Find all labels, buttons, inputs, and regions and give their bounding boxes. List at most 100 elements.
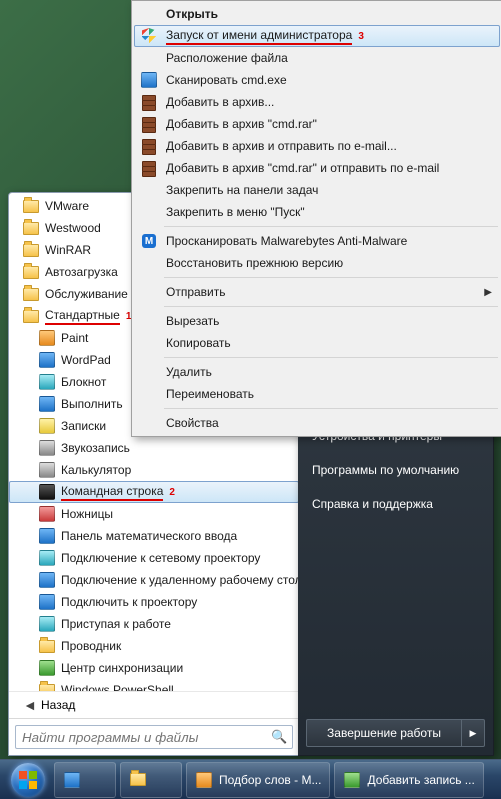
app-icon [39, 528, 55, 544]
blank-icon [142, 416, 156, 430]
context-menu-label: Закрепить на панели задач [166, 183, 318, 197]
shutdown-group: Завершение работы ▶ [306, 719, 485, 747]
taskbar-item-explorer[interactable] [120, 762, 182, 798]
program-item-label: Подключение к сетевому проектору [61, 551, 260, 565]
context-menu: ОткрытьЗапуск от имени администратора3Ра… [131, 0, 501, 437]
program-item-label: Paint [61, 331, 88, 345]
context-menu-item[interactable]: Запуск от имени администратора3 [134, 25, 500, 47]
back-button[interactable]: ◄ Назад [9, 691, 299, 718]
context-menu-icon [138, 138, 160, 154]
context-menu-item[interactable]: Закрепить в меню "Пуск" [134, 201, 500, 223]
taskbar-item-chrome[interactable]: Добавить запись ... [334, 762, 483, 798]
program-item-label: Выполнить [61, 397, 123, 411]
annotation-number: 3 [358, 31, 364, 42]
context-menu-item[interactable]: Открыть [134, 3, 500, 25]
program-item[interactable]: Панель математического ввода [9, 525, 299, 547]
context-menu-icon [138, 72, 160, 88]
blank-icon [142, 51, 156, 65]
program-item-icon [39, 528, 55, 544]
program-item[interactable]: Калькулятор [9, 459, 299, 481]
context-menu-label: Сканировать cmd.exe [166, 73, 287, 87]
context-menu-icon [138, 364, 160, 380]
separator [164, 306, 498, 307]
context-menu-item[interactable]: Добавить в архив "cmd.rar" [134, 113, 500, 135]
taskbar-item-skype[interactable] [54, 762, 116, 798]
explorer-icon [129, 771, 147, 789]
program-item-icon [39, 484, 55, 500]
separator [164, 277, 498, 278]
program-item-icon [39, 506, 55, 522]
program-item[interactable]: Приступая к работе [9, 613, 299, 635]
context-menu-item[interactable]: Добавить в архив и отправить по e-mail..… [134, 135, 500, 157]
program-item[interactable]: Ножницы [9, 503, 299, 525]
folder-icon [39, 640, 55, 653]
context-menu-item[interactable]: Сканировать cmd.exe [134, 69, 500, 91]
context-menu-label: Вырезать [166, 314, 219, 328]
program-item-label: Панель математического ввода [61, 529, 237, 543]
shutdown-options-button[interactable]: ▶ [462, 719, 485, 747]
context-menu-item[interactable]: Удалить [134, 361, 500, 383]
search-input[interactable] [15, 725, 293, 749]
program-item-label: Подключить к проектору [61, 595, 197, 609]
program-item-label: Стандартные [45, 308, 120, 325]
context-menu-icon [138, 313, 160, 329]
program-item-icon [23, 242, 39, 258]
program-item-label: Записки [61, 419, 106, 433]
app-icon [39, 462, 55, 478]
app-icon [344, 772, 360, 788]
program-item[interactable]: Проводник [9, 635, 299, 657]
archive-icon [142, 117, 156, 131]
shield-icon [142, 28, 156, 44]
program-item[interactable]: Центр синхронизации [9, 657, 299, 679]
context-menu-label: Добавить в архив "cmd.rar" и отправить п… [166, 161, 439, 175]
context-menu-icon [138, 94, 160, 110]
context-menu-item[interactable]: Расположение файла [134, 47, 500, 69]
right-panel-item[interactable]: Программы по умолчанию [298, 453, 493, 487]
app-icon [39, 330, 55, 346]
context-menu-icon [138, 160, 160, 176]
blank-icon [142, 7, 156, 21]
program-item-icon [39, 682, 55, 691]
program-item[interactable]: Звукозапись [9, 437, 299, 459]
app-icon [39, 440, 55, 456]
start-button[interactable] [4, 762, 52, 798]
blank-icon [142, 285, 156, 299]
context-menu-item[interactable]: Добавить в архив... [134, 91, 500, 113]
app-icon [39, 572, 55, 588]
context-menu-item[interactable]: Закрепить на панели задач [134, 179, 500, 201]
program-item-icon [23, 286, 39, 302]
firefox-icon [195, 771, 213, 789]
context-menu-icon [138, 204, 160, 220]
context-menu-item[interactable]: MПросканировать Malwarebytes Anti-Malwar… [134, 230, 500, 252]
right-panel-item[interactable]: Справка и поддержка [298, 487, 493, 521]
program-item[interactable]: Подключение к сетевому проектору [9, 547, 299, 569]
context-menu-icon [138, 116, 160, 132]
context-menu-item[interactable]: Восстановить прежнюю версию [134, 252, 500, 274]
program-item[interactable]: Подключение к удаленному рабочему стол..… [9, 569, 299, 591]
back-arrow-icon: ◄ [23, 697, 41, 713]
blank-icon [142, 387, 156, 401]
context-menu-icon [138, 284, 160, 300]
context-menu-item[interactable]: Переименовать [134, 383, 500, 405]
taskbar-item-firefox[interactable]: Подбор слов - М... [186, 762, 330, 798]
program-item[interactable]: Подключить к проектору [9, 591, 299, 613]
program-item-label: Автозагрузка [45, 265, 118, 279]
blank-icon [142, 205, 156, 219]
context-menu-item[interactable]: Отправить▶ [134, 281, 500, 303]
blank-icon [142, 336, 156, 350]
context-menu-item[interactable]: Копировать [134, 332, 500, 354]
program-item-label: Проводник [61, 639, 121, 653]
program-item-icon [39, 330, 55, 346]
shutdown-button[interactable]: Завершение работы [306, 719, 462, 747]
malwarebytes-icon: M [142, 234, 156, 248]
program-item[interactable]: Windows PowerShell [9, 679, 299, 691]
program-item-label: Westwood [45, 221, 101, 235]
context-menu-item[interactable]: Вырезать [134, 310, 500, 332]
context-menu-item[interactable]: Добавить в архив "cmd.rar" и отправить п… [134, 157, 500, 179]
program-item[interactable]: Командная строка2 [9, 481, 299, 503]
program-item-icon [39, 396, 55, 412]
context-menu-item[interactable]: Свойства [134, 412, 500, 434]
program-item-icon [39, 374, 55, 390]
program-item-label: Подключение к удаленному рабочему стол..… [61, 573, 299, 587]
program-item-icon [23, 220, 39, 236]
